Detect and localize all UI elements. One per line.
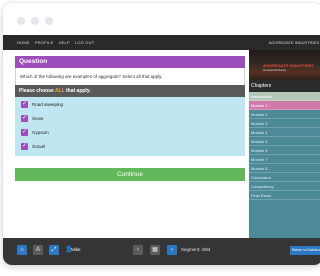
chapters-sidebar: AGGREGATE INDUSTRIES Household Name Chap… <box>249 50 320 238</box>
nav-profile-link[interactable]: PROFILE <box>35 40 54 45</box>
browser-window: HOME PROFILE HELP LOG OUT AGGREGATE INDU… <box>3 3 320 265</box>
answer-option-label: Gypsum <box>32 130 49 135</box>
next-icon[interactable]: › <box>167 245 177 255</box>
segment-counter: Segment: 4/84 <box>181 247 211 252</box>
question-text: Which of the following are examples of a… <box>15 68 245 85</box>
answer-option[interactable]: ✓ Snow <box>21 114 201 124</box>
answer-option-label: Snow <box>32 116 44 121</box>
current-user: 👤Mike <box>65 245 81 255</box>
question-panel: Question Which of the following are exam… <box>3 50 249 238</box>
chapter-item-module-2[interactable]: Module 2 <box>249 110 320 119</box>
course-footer: ⌂ A ⤢ 👤Mike ‹ ▦ › Segment: 4/84 Return t… <box>3 238 320 265</box>
nav-help-link[interactable]: HELP <box>59 40 70 45</box>
nav-home-link[interactable]: HOME <box>17 40 30 45</box>
chapter-item-module-6[interactable]: Module 6 <box>249 146 320 155</box>
company-name: AGGREGATE INDUSTRIES <box>268 40 319 45</box>
answer-option-label: Gravel <box>32 144 46 149</box>
checkbox-checked-icon[interactable]: ✓ <box>21 101 28 108</box>
chapter-item-conclusion[interactable]: Conclusion <box>249 173 320 182</box>
checkbox-checked-icon[interactable]: ✓ <box>21 143 28 150</box>
text-size-icon[interactable]: A <box>33 245 43 255</box>
checkbox-checked-icon[interactable]: ✓ <box>21 115 28 122</box>
top-nav-bar: HOME PROFILE HELP LOG OUT AGGREGATE INDU… <box>3 35 320 50</box>
chapter-item-module-3[interactable]: Module 3 <box>249 119 320 128</box>
question-header: Question <box>15 56 245 68</box>
chapter-item-module-1[interactable]: Module 1 <box>249 101 320 110</box>
chapter-item-module-4[interactable]: Module 4 <box>249 128 320 137</box>
window-close-dot[interactable] <box>17 17 25 25</box>
answer-option[interactable]: ✓ Gypsum <box>21 128 201 138</box>
window-titlebar <box>3 3 320 35</box>
chapter-item-final-exam[interactable]: Final Exam <box>249 191 320 200</box>
instruction-prefix: Please choose <box>19 88 55 94</box>
answer-option[interactable]: ✓ Road sweeping <box>21 100 201 110</box>
grid-icon[interactable]: ▦ <box>150 245 160 255</box>
answer-options: ✓ Road sweeping ✓ Snow ✓ Gypsum ✓ Gravel <box>15 97 245 156</box>
previous-icon[interactable]: ‹ <box>133 245 143 255</box>
continue-button[interactable]: Continue <box>15 168 245 181</box>
course-banner-image: AGGREGATE INDUSTRIES Household Name <box>249 50 320 80</box>
window-minimize-dot[interactable] <box>31 17 39 25</box>
checkbox-checked-icon[interactable]: ✓ <box>21 129 28 136</box>
expand-icon[interactable]: ⤢ <box>49 245 59 255</box>
home-icon[interactable]: ⌂ <box>17 245 27 255</box>
answer-option[interactable]: ✓ Gravel <box>21 142 201 152</box>
instruction-all: ALL <box>54 88 65 94</box>
chapter-item-module-7[interactable]: Module 7 <box>249 155 320 164</box>
chapter-item-module-5[interactable]: Module 5 <box>249 137 320 146</box>
nav-logout-link[interactable]: LOG OUT <box>75 40 94 45</box>
answer-option-label: Road sweeping <box>32 102 64 107</box>
chapter-item-introduction[interactable]: Introduction <box>249 92 320 101</box>
chapters-heading: Chapters <box>249 80 320 92</box>
user-name: Mike <box>71 247 81 252</box>
window-maximize-dot[interactable] <box>45 17 53 25</box>
instruction-suffix: that apply. <box>64 88 91 94</box>
instruction-bar: Please choose ALL that apply. <box>15 85 245 97</box>
return-to-dashboard-button[interactable]: Return to Dashboard <box>290 246 320 255</box>
chapter-item-competency[interactable]: Competency <box>249 182 320 191</box>
course-logo-subtitle: Household Name <box>263 68 287 72</box>
chapter-item-module-8[interactable]: Module 8 <box>249 164 320 173</box>
